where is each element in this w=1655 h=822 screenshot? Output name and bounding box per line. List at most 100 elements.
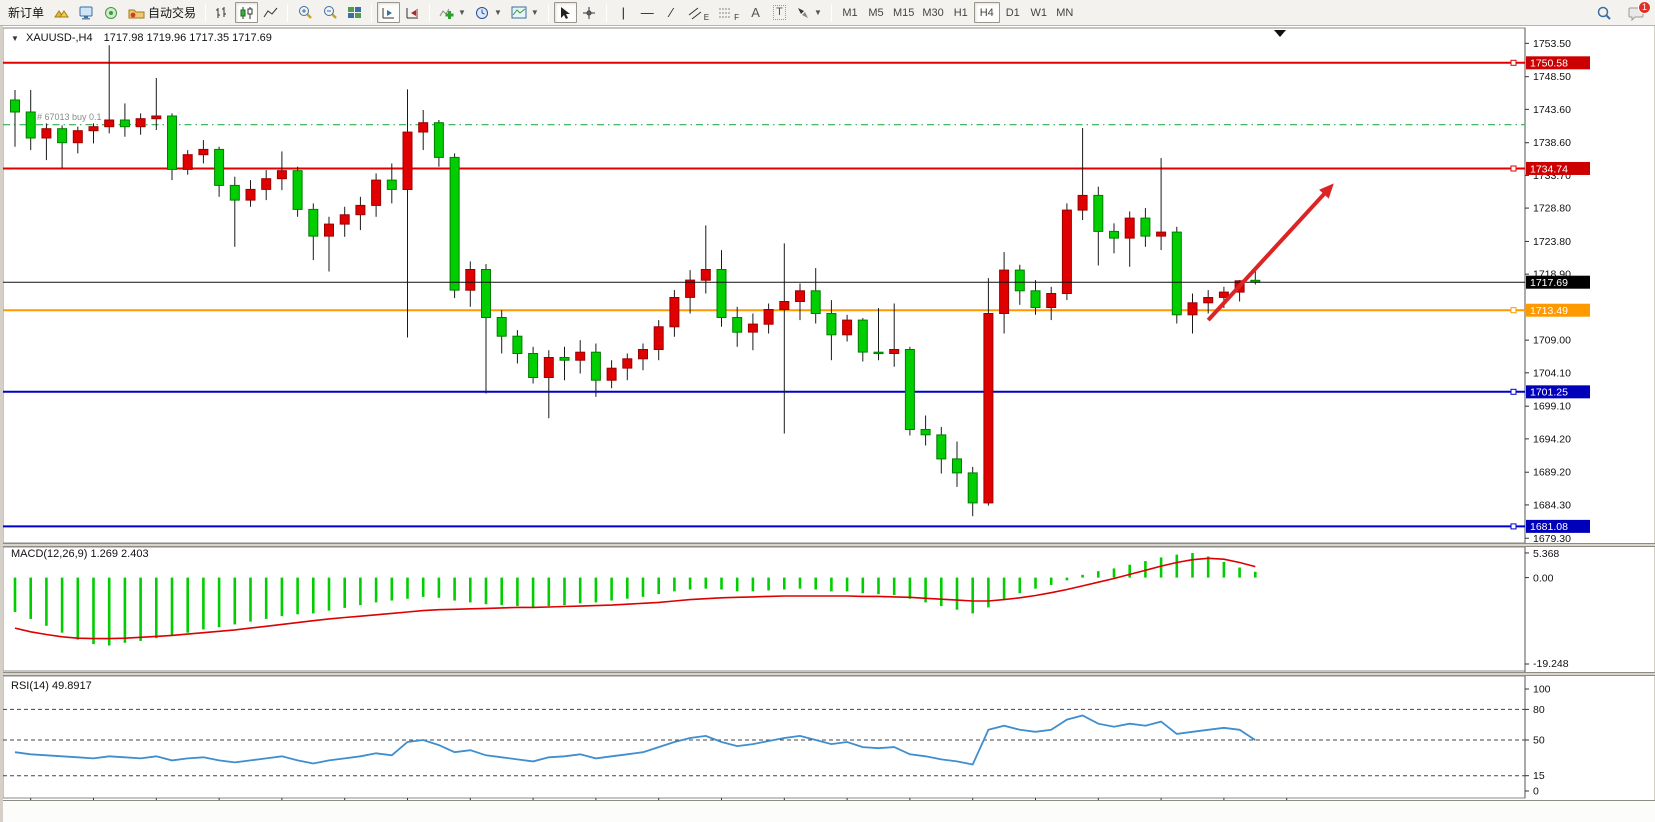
macd-axis-label: -19.248 <box>1533 658 1569 670</box>
candle-body <box>733 318 742 333</box>
periods-button[interactable]: ▼ <box>471 2 506 23</box>
signal-button[interactable] <box>99 2 123 23</box>
zoom-out-button[interactable] <box>318 2 342 23</box>
chevron-down-icon: ▼ <box>458 8 466 17</box>
timeframe-button-W1[interactable]: W1 <box>1026 2 1052 23</box>
autotrading-label: 自动交易 <box>148 4 196 21</box>
candle-body <box>199 149 208 154</box>
timeframe-button-MN[interactable]: MN <box>1052 2 1078 23</box>
ohlc-bars-icon <box>215 6 230 20</box>
indicators-button[interactable]: ▼ <box>435 2 470 23</box>
price-tick-label: 1684.30 <box>1533 499 1571 511</box>
toolbar: 新订单 自动交易 <box>0 0 1655 26</box>
rsi-axis-label: 0 <box>1533 786 1539 798</box>
candle-body <box>890 350 899 354</box>
candle-body <box>450 157 459 290</box>
rsi-axis-label: 50 <box>1533 735 1545 747</box>
candle-body <box>607 368 616 380</box>
candle-body <box>1062 210 1071 293</box>
price-tick-label: 1743.60 <box>1533 104 1571 116</box>
cursor-button[interactable] <box>554 2 577 23</box>
candle-body <box>325 224 334 236</box>
autotrading-button[interactable]: 自动交易 <box>124 2 200 23</box>
price-badge-label: 1713.49 <box>1530 305 1568 317</box>
fibonacci-button[interactable]: F <box>714 2 743 23</box>
toolbar-separator <box>205 4 206 22</box>
fibonacci-icon <box>718 6 733 20</box>
arrows-button[interactable]: ▼ <box>792 2 826 23</box>
mt4-application-window: 新订单 自动交易 <box>0 0 1655 822</box>
price-tick-label: 1704.10 <box>1533 367 1571 379</box>
pane-splitter[interactable] <box>3 672 1655 676</box>
candle-body <box>639 350 648 359</box>
vertical-line-button[interactable]: | <box>612 2 635 23</box>
equidistant-channel-button[interactable]: E <box>684 2 713 23</box>
candle-body <box>796 291 805 302</box>
line-chart-button[interactable] <box>259 2 282 23</box>
horizontal-line-button[interactable]: — <box>636 2 659 23</box>
chevron-down-icon: ▼ <box>531 8 539 17</box>
price-tick-label: 1694.20 <box>1533 433 1571 445</box>
channel-icon <box>688 6 703 20</box>
candle-body <box>482 270 491 318</box>
timeframe-button-H1[interactable]: H1 <box>948 2 974 23</box>
terminal-button[interactable] <box>74 2 98 23</box>
trendline-icon: ∕ <box>670 6 672 19</box>
chart-canvas[interactable]: 1753.501748.501743.601738.601733.701728.… <box>3 26 1655 822</box>
timeframe-button-D1[interactable]: D1 <box>1000 2 1026 23</box>
timeframe-button-M30[interactable]: M30 <box>918 2 947 23</box>
candle-body <box>1078 195 1087 210</box>
candle-body <box>513 336 522 353</box>
text-button[interactable]: A <box>744 2 767 23</box>
price-badge-label: 1681.08 <box>1530 521 1568 533</box>
timeframe-button-H4[interactable]: H4 <box>974 2 1000 23</box>
notifications-button[interactable]: 1 <box>1624 3 1649 24</box>
toolbar-separator <box>831 4 832 22</box>
candle-body <box>1157 232 1166 236</box>
toolbar-separator <box>371 4 372 22</box>
timeframe-button-M15[interactable]: M15 <box>889 2 918 23</box>
tile-windows-button[interactable] <box>343 2 366 23</box>
collapse-triangle-icon: ▼ <box>11 34 19 43</box>
chart-shift-button[interactable] <box>401 2 424 23</box>
chart-window[interactable]: 1753.501748.501743.601738.601733.701728.… <box>0 26 1655 822</box>
timeframe-button-M1[interactable]: M1 <box>837 2 863 23</box>
hline-handle <box>1511 60 1516 65</box>
search-icon <box>1596 5 1612 21</box>
candlestick-chart-button[interactable] <box>235 2 258 23</box>
macd-indicator-label: MACD(12,26,9) 1.269 2.403 <box>11 548 149 560</box>
candle-body <box>827 314 836 335</box>
hline-handle <box>1511 389 1516 394</box>
bar-chart-button[interactable] <box>211 2 234 23</box>
search-button[interactable] <box>1592 3 1616 24</box>
zoom-in-button[interactable] <box>293 2 317 23</box>
candle-body <box>42 129 51 138</box>
candle-body <box>921 430 930 435</box>
new-order-button[interactable]: 新订单 <box>4 2 48 23</box>
templates-button[interactable]: ▼ <box>507 2 543 23</box>
cursor-arrow-icon <box>559 6 571 20</box>
auto-scroll-icon <box>381 6 396 20</box>
candle-body <box>576 352 585 360</box>
text-label-button[interactable]: T <box>768 2 791 23</box>
timeframe-button-M5[interactable]: M5 <box>863 2 889 23</box>
hline-handle <box>1511 308 1516 313</box>
toolbar-separator <box>606 4 607 22</box>
market-watch-button[interactable] <box>49 2 73 23</box>
price-tick-label: 1709.00 <box>1533 335 1571 347</box>
zoom-in-icon <box>297 5 313 20</box>
candle-body <box>497 318 506 337</box>
candle-body <box>717 270 726 318</box>
pane-splitter[interactable] <box>3 543 1655 547</box>
candle-body <box>419 123 428 132</box>
auto-scroll-button[interactable] <box>377 2 400 23</box>
candle-body <box>670 298 679 327</box>
crosshair-button[interactable] <box>578 2 601 23</box>
gold-ingots-icon <box>53 6 69 20</box>
chart-symbol-period: XAUUSD-,H4 <box>26 32 93 44</box>
horizontal-line-icon: — <box>641 6 654 19</box>
macd-axis-label: 5.368 <box>1533 548 1559 560</box>
trendline-button[interactable]: ∕ <box>660 2 683 23</box>
broadcast-signal-icon <box>103 6 119 20</box>
toolbar-separator <box>429 4 430 22</box>
